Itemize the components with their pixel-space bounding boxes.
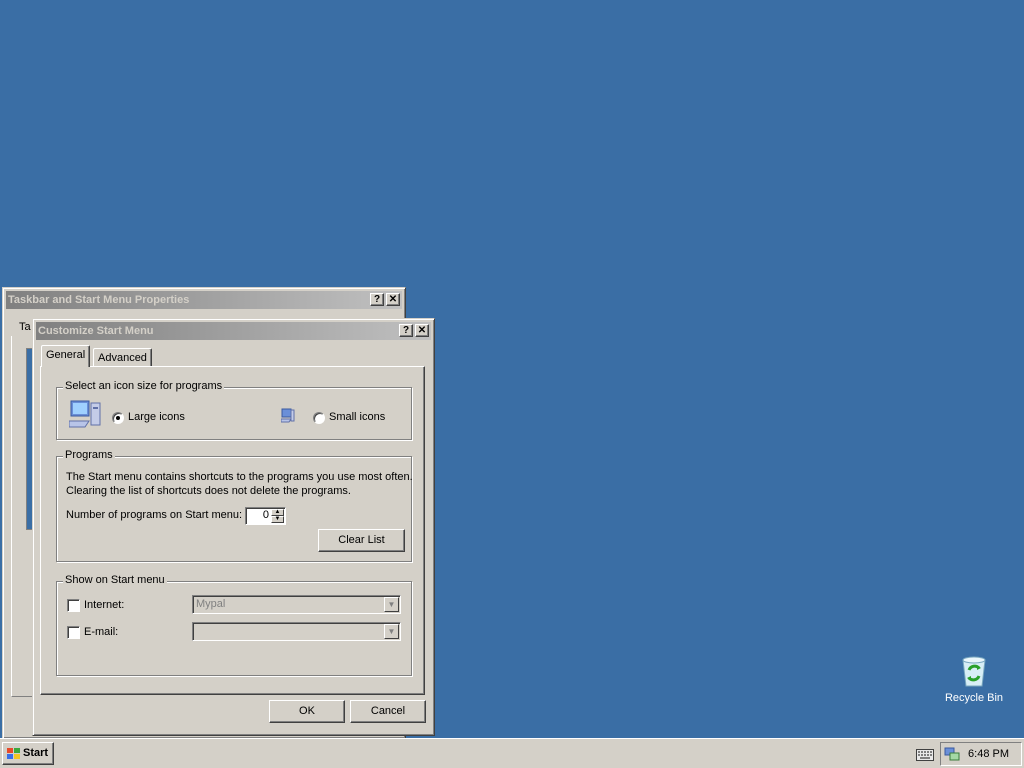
internet-dropdown[interactable]: Mypal ▼ — [192, 595, 401, 614]
programs-count-value[interactable]: 0 — [263, 509, 269, 521]
programs-count-label: Number of programs on Start menu: — [66, 509, 243, 521]
email-checkbox[interactable] — [67, 626, 80, 639]
programs-group: Programs The Start menu contains shortcu… — [56, 449, 413, 562]
keyboard-icon[interactable] — [916, 749, 934, 761]
show-on-start-menu-title: Show on Start menu — [63, 574, 167, 586]
taskbar-properties-title: Taskbar and Start Menu Properties — [8, 294, 190, 306]
start-label: Start — [23, 747, 49, 759]
large-icons-radio-dot — [116, 416, 120, 420]
tab-general[interactable]: General — [41, 345, 91, 367]
email-label[interactable]: E-mail: — [84, 626, 118, 638]
chevron-down-icon[interactable]: ▼ — [384, 624, 399, 639]
internet-checkbox[interactable] — [67, 599, 80, 612]
programs-description-line2: Clearing the list of shortcuts does not … — [66, 485, 351, 497]
cancel-button[interactable]: Cancel — [350, 700, 426, 723]
internet-label[interactable]: Internet: — [84, 599, 124, 611]
general-tab-panel: Select an icon size for programs Large i… — [40, 366, 425, 695]
tab-advanced-label: Advanced — [98, 352, 147, 364]
clock[interactable]: 6:48 PM — [968, 748, 1009, 760]
tab-general-label: General — [46, 349, 86, 361]
help-button[interactable]: ? — [399, 324, 413, 337]
customize-start-menu-dialog: Customize Start Menu ? ✕ General Advance… — [32, 318, 435, 736]
dialog-titlebar[interactable]: Customize Start Menu ? ✕ — [36, 322, 431, 340]
email-dropdown[interactable]: ▼ — [192, 622, 401, 641]
clear-list-button[interactable]: Clear List — [318, 529, 405, 552]
dialog-title: Customize Start Menu — [38, 325, 154, 337]
internet-dropdown-value: Mypal — [196, 598, 226, 610]
start-button[interactable]: Start — [2, 742, 54, 765]
recycle-bin[interactable]: Recycle Bin — [940, 654, 1008, 710]
small-icons-label[interactable]: Small icons — [329, 411, 385, 423]
large-icons-radio[interactable] — [112, 412, 124, 424]
close-button[interactable]: ✕ — [415, 324, 429, 337]
bg-tab-fragment[interactable]: Ta — [19, 321, 31, 333]
chevron-down-icon[interactable]: ▼ — [384, 597, 399, 612]
taskbar-properties-titlebar[interactable]: Taskbar and Start Menu Properties ? ✕ — [6, 291, 402, 309]
programs-group-title: Programs — [63, 449, 115, 461]
large-computer-icon — [69, 400, 101, 428]
icon-size-group: Select an icon size for programs Large i… — [56, 380, 412, 440]
show-on-start-menu-group: Show on Start menu Internet: Mypal ▼ E-m… — [56, 574, 412, 676]
spinner-down-button[interactable]: ▼ — [271, 516, 284, 523]
small-icons-radio[interactable] — [313, 412, 325, 424]
programs-description-line1: The Start menu contains shortcuts to the… — [66, 471, 413, 483]
system-tray: 6:48 PM — [940, 742, 1022, 766]
small-computer-icon — [281, 408, 295, 423]
windows-logo-icon — [7, 747, 20, 759]
spinner-up-button[interactable]: ▲ — [271, 509, 284, 516]
programs-count-spinner[interactable]: 0 ▲ ▼ — [245, 507, 286, 525]
tab-advanced[interactable]: Advanced — [93, 348, 152, 367]
ok-button[interactable]: OK — [269, 700, 345, 723]
icon-size-group-title: Select an icon size for programs — [63, 380, 225, 392]
recycle-bin-icon — [962, 656, 986, 687]
close-button-bg[interactable]: ✕ — [386, 293, 400, 306]
large-icons-label[interactable]: Large icons — [128, 411, 185, 423]
taskbar: Start 6:48 PM — [0, 738, 1024, 768]
help-button-bg[interactable]: ? — [370, 293, 384, 306]
recycle-bin-label: Recycle Bin — [944, 692, 1004, 704]
network-icon[interactable] — [944, 746, 960, 762]
